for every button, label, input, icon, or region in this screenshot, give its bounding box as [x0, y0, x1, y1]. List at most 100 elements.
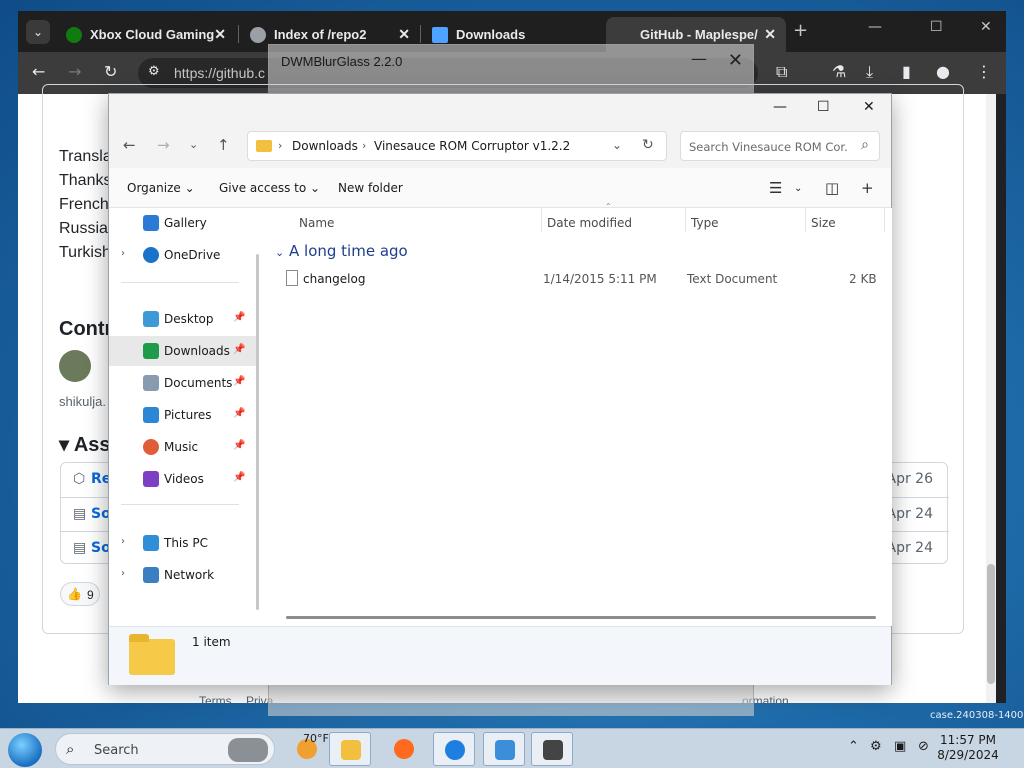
maximize-icon[interactable]: ☐: [930, 19, 943, 35]
pin-icon: 📌: [233, 312, 246, 323]
search-input[interactable]: Search Vinesauce ROM Cor... ⌕: [680, 131, 880, 161]
column-header-date-modified[interactable]: Date modified: [547, 216, 632, 230]
group-header[interactable]: ⌄ A long time ago: [275, 242, 408, 260]
site-info-icon[interactable]: ⚙: [148, 64, 160, 79]
page-scrollbar[interactable]: [986, 94, 996, 703]
navigation-pane: Gallery › OneDrive Desktop 📌 Downloads 📌…: [109, 208, 265, 626]
sidebar-item-network[interactable]: › Network: [109, 560, 259, 590]
contributors-heading: Contr: [59, 318, 113, 340]
column-separator[interactable]: [541, 208, 542, 232]
sidebar-item-downloads[interactable]: Downloads 📌: [109, 336, 259, 366]
column-header-size[interactable]: Size: [811, 216, 836, 230]
preview-pane-icon[interactable]: ◫: [825, 179, 839, 197]
chevron-right-icon[interactable]: ›: [121, 248, 125, 259]
column-header-name[interactable]: Name: [299, 216, 334, 230]
display-icon[interactable]: ▣: [894, 739, 906, 754]
settings-icon[interactable]: ⚙: [870, 739, 882, 754]
file-name: changelog: [303, 272, 366, 286]
close-icon[interactable]: ✕: [863, 99, 875, 115]
chevron-down-icon[interactable]: ⌄: [794, 183, 802, 194]
column-separator[interactable]: [685, 208, 686, 232]
taskbar-app-chrome[interactable]: [433, 732, 475, 766]
download-icon[interactable]: ⤓: [866, 62, 873, 82]
close-icon[interactable]: ✕: [214, 26, 226, 43]
organize-button[interactable]: Organize ⌄: [127, 181, 195, 195]
taskbar-app-dwmblurglass[interactable]: [531, 732, 573, 766]
add-icon[interactable]: +: [861, 179, 874, 197]
horizontal-scrollbar[interactable]: [286, 616, 876, 619]
thumbs-up-icon: 👍: [67, 587, 82, 601]
taskbar-search-box[interactable]: ⌕ Search: [55, 733, 275, 765]
avatar[interactable]: [59, 350, 91, 382]
reaction-button[interactable]: 👍 9: [60, 582, 100, 606]
chevron-right-icon[interactable]: ›: [121, 568, 125, 579]
clock[interactable]: 11:57 PM 8/29/2024: [936, 733, 1000, 763]
tab-title: Xbox Cloud Gaming: [90, 27, 214, 42]
chevron-down-icon[interactable]: ⌄: [612, 138, 622, 152]
labs-icon[interactable]: ⚗: [832, 62, 846, 81]
new-folder-button[interactable]: New folder: [338, 181, 403, 195]
explorer-address-bar: ← → ⌄ ↑ › Downloads › Vinesauce ROM Corr…: [109, 124, 891, 168]
scrollbar-thumb[interactable]: [987, 564, 995, 684]
minimize-icon[interactable]: —: [868, 19, 882, 35]
give-access-button[interactable]: Give access to ⌄: [219, 181, 320, 195]
release-text-line: Transla: [59, 148, 112, 165]
command-bar: Organize ⌄ Give access to ⌄ New folder ☰…: [109, 168, 891, 208]
extensions-icon[interactable]: ⧉: [776, 62, 787, 82]
sidebar-item-gallery[interactable]: Gallery: [109, 208, 259, 238]
sidebar-item-this-pc[interactable]: › This PC: [109, 528, 259, 558]
close-icon[interactable]: ✕: [728, 50, 743, 71]
new-tab-button[interactable]: +: [793, 20, 808, 41]
start-button[interactable]: [8, 733, 42, 767]
maximize-icon[interactable]: ☐: [817, 99, 830, 115]
videos-icon: [143, 471, 159, 487]
show-hidden-icons-icon[interactable]: ⌃: [848, 739, 859, 754]
breadcrumb-current-folder[interactable]: Vinesauce ROM Corruptor v1.2.2: [374, 139, 570, 153]
column-separator[interactable]: [805, 208, 806, 232]
table-row[interactable]: changelog 1/14/2015 5:11 PM Text Documen…: [278, 266, 882, 292]
sidebar-item-documents[interactable]: Documents 📌: [109, 368, 259, 398]
contributor-name[interactable]: shikulja.: [59, 394, 106, 409]
refresh-icon[interactable]: ↻: [642, 137, 654, 153]
back-icon[interactable]: ←: [123, 136, 136, 154]
chevron-down-icon: ⌄: [275, 246, 285, 259]
column-separator[interactable]: [884, 208, 885, 232]
explorer-titlebar: — ☐ ✕: [109, 94, 891, 124]
close-icon[interactable]: ✕: [398, 26, 410, 43]
back-icon[interactable]: ←: [32, 62, 45, 81]
nav-scrollbar[interactable]: [256, 254, 259, 610]
forward-icon[interactable]: →: [68, 62, 81, 81]
profile-icon[interactable]: ●: [936, 62, 950, 81]
reload-icon[interactable]: ↻: [104, 62, 117, 81]
chevron-right-icon[interactable]: ›: [121, 536, 125, 547]
menu-icon[interactable]: ⋮: [976, 62, 992, 81]
up-icon[interactable]: ↑: [217, 136, 230, 154]
recent-locations-icon[interactable]: ⌄: [189, 138, 198, 151]
forward-icon[interactable]: →: [157, 136, 170, 154]
sidebar-item-onedrive[interactable]: › OneDrive: [109, 240, 259, 270]
tab-title: Index of /repo2: [274, 27, 367, 42]
sidebar-item-desktop[interactable]: Desktop 📌: [109, 304, 259, 334]
minimize-icon[interactable]: —: [773, 99, 787, 115]
folder-icon: [129, 634, 175, 675]
network-disconnected-icon[interactable]: ⊘: [918, 739, 929, 754]
column-header-type[interactable]: Type: [691, 216, 719, 230]
taskbar-app-monitor[interactable]: [483, 732, 525, 766]
close-icon[interactable]: ✕: [980, 19, 992, 35]
minimize-icon[interactable]: —: [691, 49, 707, 68]
view-options-icon[interactable]: ☰: [769, 179, 782, 197]
breadcrumb-downloads[interactable]: Downloads: [292, 139, 358, 153]
side-panel-icon[interactable]: ▮: [902, 62, 911, 81]
taskbar-app-file-explorer[interactable]: [329, 732, 371, 766]
pin-icon: 📌: [233, 472, 246, 483]
sidebar-item-music[interactable]: Music 📌: [109, 432, 259, 462]
github-icon: [616, 26, 632, 43]
tab-xbox-cloud-gaming[interactable]: Xbox Cloud Gaming ✕: [56, 17, 236, 52]
footer-terms-link[interactable]: Terms: [199, 694, 232, 703]
sidebar-item-pictures[interactable]: Pictures 📌: [109, 400, 259, 430]
close-icon[interactable]: ✕: [764, 26, 776, 43]
tab-search-button[interactable]: ⌄: [26, 20, 50, 44]
sidebar-item-videos[interactable]: Videos 📌: [109, 464, 259, 494]
address-box[interactable]: › Downloads › Vinesauce ROM Corruptor v1…: [247, 131, 667, 161]
taskbar-app-firefox[interactable]: [383, 732, 425, 766]
